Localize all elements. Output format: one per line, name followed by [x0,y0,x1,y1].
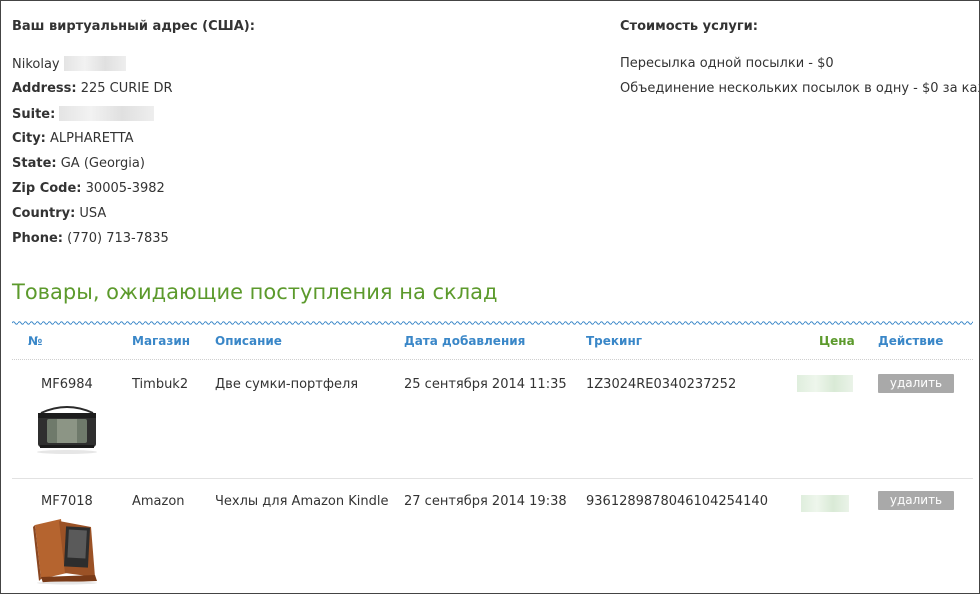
pricing-line-consolidation: Объединение нескольких посылок в одну - … [620,81,980,96]
address-city-line: City: ALPHARETTA [12,131,133,146]
row-id: MF6984 [41,377,93,392]
city-label: City: [12,131,46,146]
row-description: Чехлы для Amazon Kindle [215,494,389,509]
row-id: MF7018 [41,494,93,509]
address-value: 225 CURIE DR [80,81,173,96]
row-tracking: 1Z3024RE0340237252 [586,377,737,392]
row-description: Две сумки-портфеля [215,377,359,392]
row-date: 27 сентября 2014 19:38 [404,494,567,509]
country-label: Country: [12,206,76,221]
delete-button[interactable]: удалить [878,374,954,393]
address-suite-line: Suite: [12,106,155,122]
zip-label: Zip Code: [12,181,82,196]
redacted-suite [59,106,155,121]
kindle-case-icon[interactable] [31,515,103,585]
row-date: 25 сентября 2014 11:35 [404,377,567,392]
state-label: State: [12,156,57,171]
page-frame: Ваш виртуальный адрес (США): Nikolay Add… [0,0,980,594]
address-name-line: Nikolay [12,56,126,72]
pricing-title: Стоимость услуги: [620,19,758,34]
city-value: ALPHARETTA [50,131,134,146]
row-tracking: 9361289878046104254140 [586,494,768,509]
pricing-line-single: Пересылка одной посылки - $0 [620,56,834,71]
messenger-bag-icon[interactable] [31,399,103,457]
address-state-line: State: GA (Georgia) [12,156,145,171]
header-price: Цена [819,334,855,348]
address-label: Address: [12,81,77,96]
header-store[interactable]: Магазин [132,334,190,348]
section-title: Товары, ожидающие поступления на склад [12,280,498,304]
redacted-price [797,375,853,392]
header-num[interactable]: № [28,334,42,348]
row-divider [12,478,973,479]
row-store: Timbuk2 [132,377,189,392]
row-store: Amazon [132,494,185,509]
phone-label: Phone: [12,231,63,246]
address-country-line: Country: USA [12,206,106,221]
address-title: Ваш виртуальный адрес (США): [12,19,255,34]
address-name: Nikolay [12,57,60,72]
delete-button[interactable]: удалить [878,491,954,510]
redacted-price [801,495,849,512]
header-description[interactable]: Описание [215,334,282,348]
redacted-surname [63,56,126,71]
zip-value: 30005-3982 [85,181,165,196]
state-value: GA (Georgia) [60,156,145,171]
address-zip-line: Zip Code: 30005-3982 [12,181,165,196]
header-date[interactable]: Дата добавления [404,334,525,348]
header-tracking[interactable]: Трекинг [586,334,642,348]
suite-label: Suite: [12,107,56,122]
header-action: Действие [878,334,944,348]
phone-value: (770) 713-7835 [67,231,169,246]
address-street-line: Address: 225 CURIE DR [12,81,173,96]
country-value: USA [79,206,107,221]
header-divider [12,359,973,360]
address-phone-line: Phone: (770) 713-7835 [12,231,169,246]
wavy-divider [12,320,973,326]
